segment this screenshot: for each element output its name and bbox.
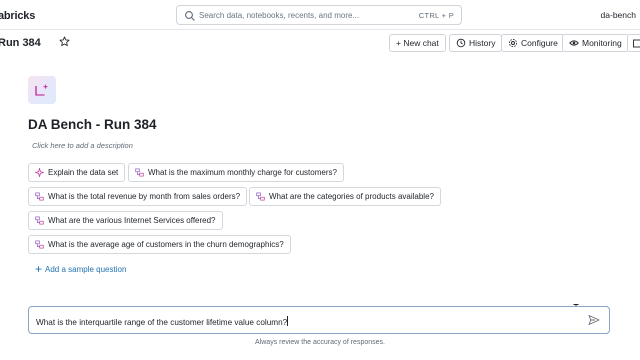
chat-input[interactable]: What is the interquartile range of the c… <box>28 306 610 334</box>
chat-sparkle-icon <box>35 84 49 96</box>
monitoring-button[interactable]: Monitoring <box>562 34 629 52</box>
monitoring-label: Monitoring <box>582 38 622 48</box>
genie-icon <box>35 216 44 225</box>
genie-icon <box>256 192 265 201</box>
search-placeholder: Search data, notebooks, recents, and mor… <box>199 11 360 20</box>
genie-room-icon <box>28 76 56 104</box>
history-button[interactable]: History <box>449 34 503 52</box>
add-sample-question-label: Add a sample question <box>45 264 127 274</box>
sample-question-label: What are the categories of products avai… <box>269 192 434 201</box>
add-sample-question-button[interactable]: + Add a sample question <box>35 262 127 276</box>
search-shortcut: CTRL + P <box>418 11 454 20</box>
star-icon[interactable] <box>59 36 70 47</box>
send-icon[interactable] <box>588 314 600 326</box>
genie-icon <box>35 240 44 249</box>
sample-question-chip[interactable]: What are the categories of products avai… <box>249 187 441 206</box>
eye-icon <box>569 40 579 46</box>
room-description-field[interactable]: Click here to add a description <box>32 141 133 150</box>
disclaimer-text: Always review the accuracy of responses. <box>255 339 385 346</box>
new-chat-button[interactable]: + New chat <box>389 34 446 52</box>
gear-icon <box>508 38 518 48</box>
input-caret <box>287 316 289 326</box>
share-button[interactable] <box>627 34 640 52</box>
workspace-name[interactable]: da-bench <box>601 10 636 20</box>
page-header: Run 384 + New chat History Configure Mon… <box>0 32 640 54</box>
genie-icon <box>35 192 44 201</box>
search-icon <box>185 11 195 21</box>
new-chat-label: + New chat <box>396 38 439 48</box>
share-icon <box>633 39 640 48</box>
genie-icon <box>135 168 144 177</box>
brand-logo[interactable]: abricks <box>0 10 35 22</box>
sample-question-chip[interactable]: What is the average age of customers in … <box>28 235 291 254</box>
room-title: DA Bench - Run 384 <box>28 117 157 132</box>
history-label: History <box>469 38 496 48</box>
sample-question-label: What is the total revenue by month from … <box>48 192 241 201</box>
sample-question-chip[interactable]: What are the various Internet Services o… <box>28 211 223 230</box>
page-title: Run 384 <box>0 37 41 49</box>
sample-question-label: What are the various Internet Services o… <box>48 216 216 225</box>
sample-question-label: What is the average age of customers in … <box>48 240 284 249</box>
sparkle-icon <box>35 168 44 177</box>
history-icon <box>456 38 466 48</box>
sample-question-chip[interactable]: What is the maximum monthly charge for c… <box>128 163 344 182</box>
top-bar: abricks Search data, notebooks, recents,… <box>0 0 640 30</box>
sample-question-label: What is the maximum monthly charge for c… <box>148 168 337 177</box>
chat-input-value[interactable]: What is the interquartile range of the c… <box>36 316 289 327</box>
plus-icon: + <box>35 262 43 276</box>
configure-label: Configure <box>521 38 558 48</box>
configure-button[interactable]: Configure <box>501 34 565 52</box>
search-input[interactable]: Search data, notebooks, recents, and mor… <box>176 5 462 25</box>
sample-question-chip[interactable]: Explain the data set <box>28 163 126 182</box>
sample-question-label: Explain the data set <box>48 168 119 177</box>
chat-input-text: What is the interquartile range of the c… <box>36 318 288 327</box>
sample-question-chip[interactable]: What is the total revenue by month from … <box>28 187 248 206</box>
